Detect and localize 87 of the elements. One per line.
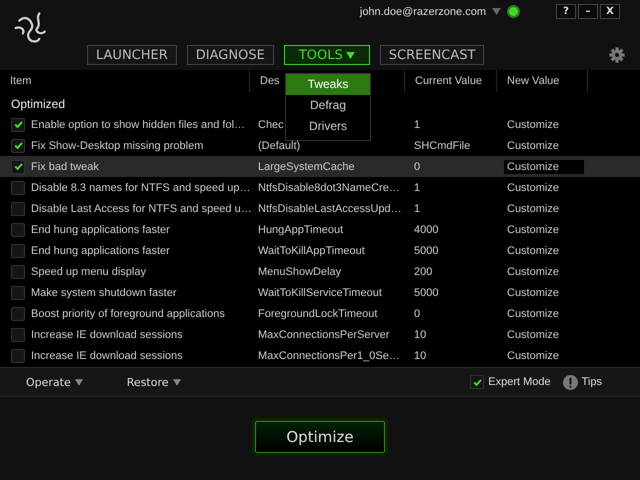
- checkbox[interactable]: [470, 375, 484, 389]
- new-value-cell[interactable]: Customize: [504, 160, 584, 174]
- caret-icon[interactable]: [172, 378, 181, 386]
- window-button[interactable]: X: [600, 4, 620, 19]
- current-value-cell-text: 5000: [413, 244, 440, 256]
- info-icon[interactable]: [562, 374, 578, 390]
- current-value-cell-text: 1: [413, 118, 422, 130]
- description-cell: Chec: [258, 118, 284, 130]
- tips-link[interactable]: Tips: [582, 376, 602, 388]
- menu-item[interactable]: Defrag: [286, 95, 370, 116]
- description-cell: MenuShowDelay: [258, 266, 342, 278]
- new-value-cell[interactable]: Customize: [504, 202, 584, 216]
- description-cell: ForegroundLockTimeout: [258, 308, 378, 320]
- new-value-cell[interactable]: Customize: [504, 306, 584, 320]
- column-header[interactable]: Current Value: [405, 70, 497, 92]
- item-cell-text: Enable option to show hidden files and fol…: [31, 118, 246, 130]
- window-button[interactable]: –: [578, 4, 598, 19]
- settings-icon[interactable]: [609, 47, 625, 63]
- item-cell-text: End hung applications faster: [31, 224, 171, 236]
- caret-icon[interactable]: [492, 8, 501, 15]
- column-header[interactable]: Item: [0, 70, 250, 92]
- checkbox[interactable]: [11, 264, 25, 278]
- current-value-cell-text: 10: [413, 328, 428, 340]
- checkbox[interactable]: [11, 118, 25, 132]
- current-value-cell-text: 0: [413, 308, 422, 320]
- checkbox[interactable]: [11, 328, 25, 342]
- description-cell: NtfsDisableLastAccessUpd…: [258, 202, 402, 214]
- new-value-cell[interactable]: Customize: [504, 348, 584, 362]
- nav-tab[interactable]: TOOLS: [284, 45, 370, 65]
- new-value-cell[interactable]: Customize: [504, 222, 584, 236]
- window-button[interactable]: ?: [556, 4, 576, 19]
- new-value-cell[interactable]: Customize: [504, 118, 584, 132]
- menu-item[interactable]: Drivers: [286, 116, 370, 137]
- current-value-cell-text: 10: [413, 350, 428, 362]
- current-value-cell-text: 0: [413, 160, 422, 172]
- description-cell: MaxConnectionsPer1_0Se…: [258, 350, 400, 362]
- item-cell-text: Speed up menu display: [31, 266, 147, 278]
- nav-tab[interactable]: LAUNCHER: [87, 45, 177, 65]
- item-cell-text: Increase IE download sessions: [31, 350, 184, 362]
- description-cell: LargeSystemCache: [258, 160, 355, 172]
- description-cell: NtfsDisable8dot3NameCre…: [258, 182, 400, 194]
- operate-menu[interactable]: Operate: [26, 376, 71, 388]
- item-cell-text: Increase IE download sessions: [31, 328, 184, 340]
- group-label: Optimized: [11, 97, 66, 111]
- item-cell: Disable 8.3 names for NTFS and speed up…: [31, 182, 250, 194]
- checkbox[interactable]: [11, 202, 25, 216]
- column-header[interactable]: New Value: [497, 70, 588, 92]
- menu-item[interactable]: Tweaks: [286, 74, 370, 95]
- restore-menu[interactable]: Restore: [126, 376, 169, 388]
- description-cell: (Default): [258, 140, 300, 152]
- checkbox[interactable]: [11, 244, 25, 258]
- nav-tab[interactable]: DIAGNOSE: [186, 45, 274, 65]
- new-value-cell[interactable]: Customize: [504, 264, 584, 278]
- new-value-cell[interactable]: Customize: [504, 328, 584, 342]
- current-value-cell-text: 200: [413, 266, 434, 278]
- item-cell-text: Fix bad tweak: [31, 160, 100, 172]
- caret-icon[interactable]: [346, 52, 355, 58]
- checkbox[interactable]: [11, 348, 25, 362]
- caret-icon[interactable]: [74, 378, 83, 386]
- checkbox[interactable]: [11, 180, 25, 194]
- new-value-cell[interactable]: Customize: [504, 286, 584, 300]
- item-cell-text: End hung applications faster: [31, 244, 171, 256]
- new-value-cell[interactable]: Customize: [504, 138, 584, 152]
- checkbox[interactable]: [11, 138, 25, 152]
- description-cell: WaitToKillAppTimeout: [258, 244, 365, 256]
- item-cell: Disable Last Access for NTFS and speed u…: [31, 202, 250, 214]
- new-value-cell[interactable]: Customize: [504, 244, 584, 258]
- description-cell: MaxConnectionsPerServer: [258, 328, 390, 340]
- nav-tab[interactable]: SCREENCAST: [380, 45, 484, 65]
- current-value-cell-text: 1: [413, 202, 422, 214]
- current-value-cell-text: 1: [413, 182, 422, 194]
- current-value-cell-text: 5000: [413, 286, 440, 298]
- current-value-cell-text: SHCmdFile: [413, 140, 472, 152]
- description-cell: HungAppTimeout: [258, 224, 344, 236]
- checkbox[interactable]: [11, 160, 25, 174]
- checkbox[interactable]: [11, 222, 25, 236]
- item-cell-text: Boost priority of foreground applications: [31, 308, 226, 320]
- account-email[interactable]: john.doe@razerzone.com: [360, 6, 486, 18]
- checkbox[interactable]: [11, 286, 25, 300]
- expert-mode-label[interactable]: Expert Mode: [488, 376, 551, 388]
- item-cell-text: Make system shutdown faster: [31, 286, 178, 298]
- new-value-cell[interactable]: Customize: [504, 180, 584, 194]
- checkbox[interactable]: [11, 306, 25, 320]
- description-cell: WaitToKillServiceTimeout: [258, 286, 382, 298]
- item-cell-text: Fix Show-Desktop missing problem: [31, 140, 204, 152]
- optimize-button[interactable]: Optimize: [255, 421, 385, 453]
- current-value-cell-text: 4000: [413, 224, 440, 236]
